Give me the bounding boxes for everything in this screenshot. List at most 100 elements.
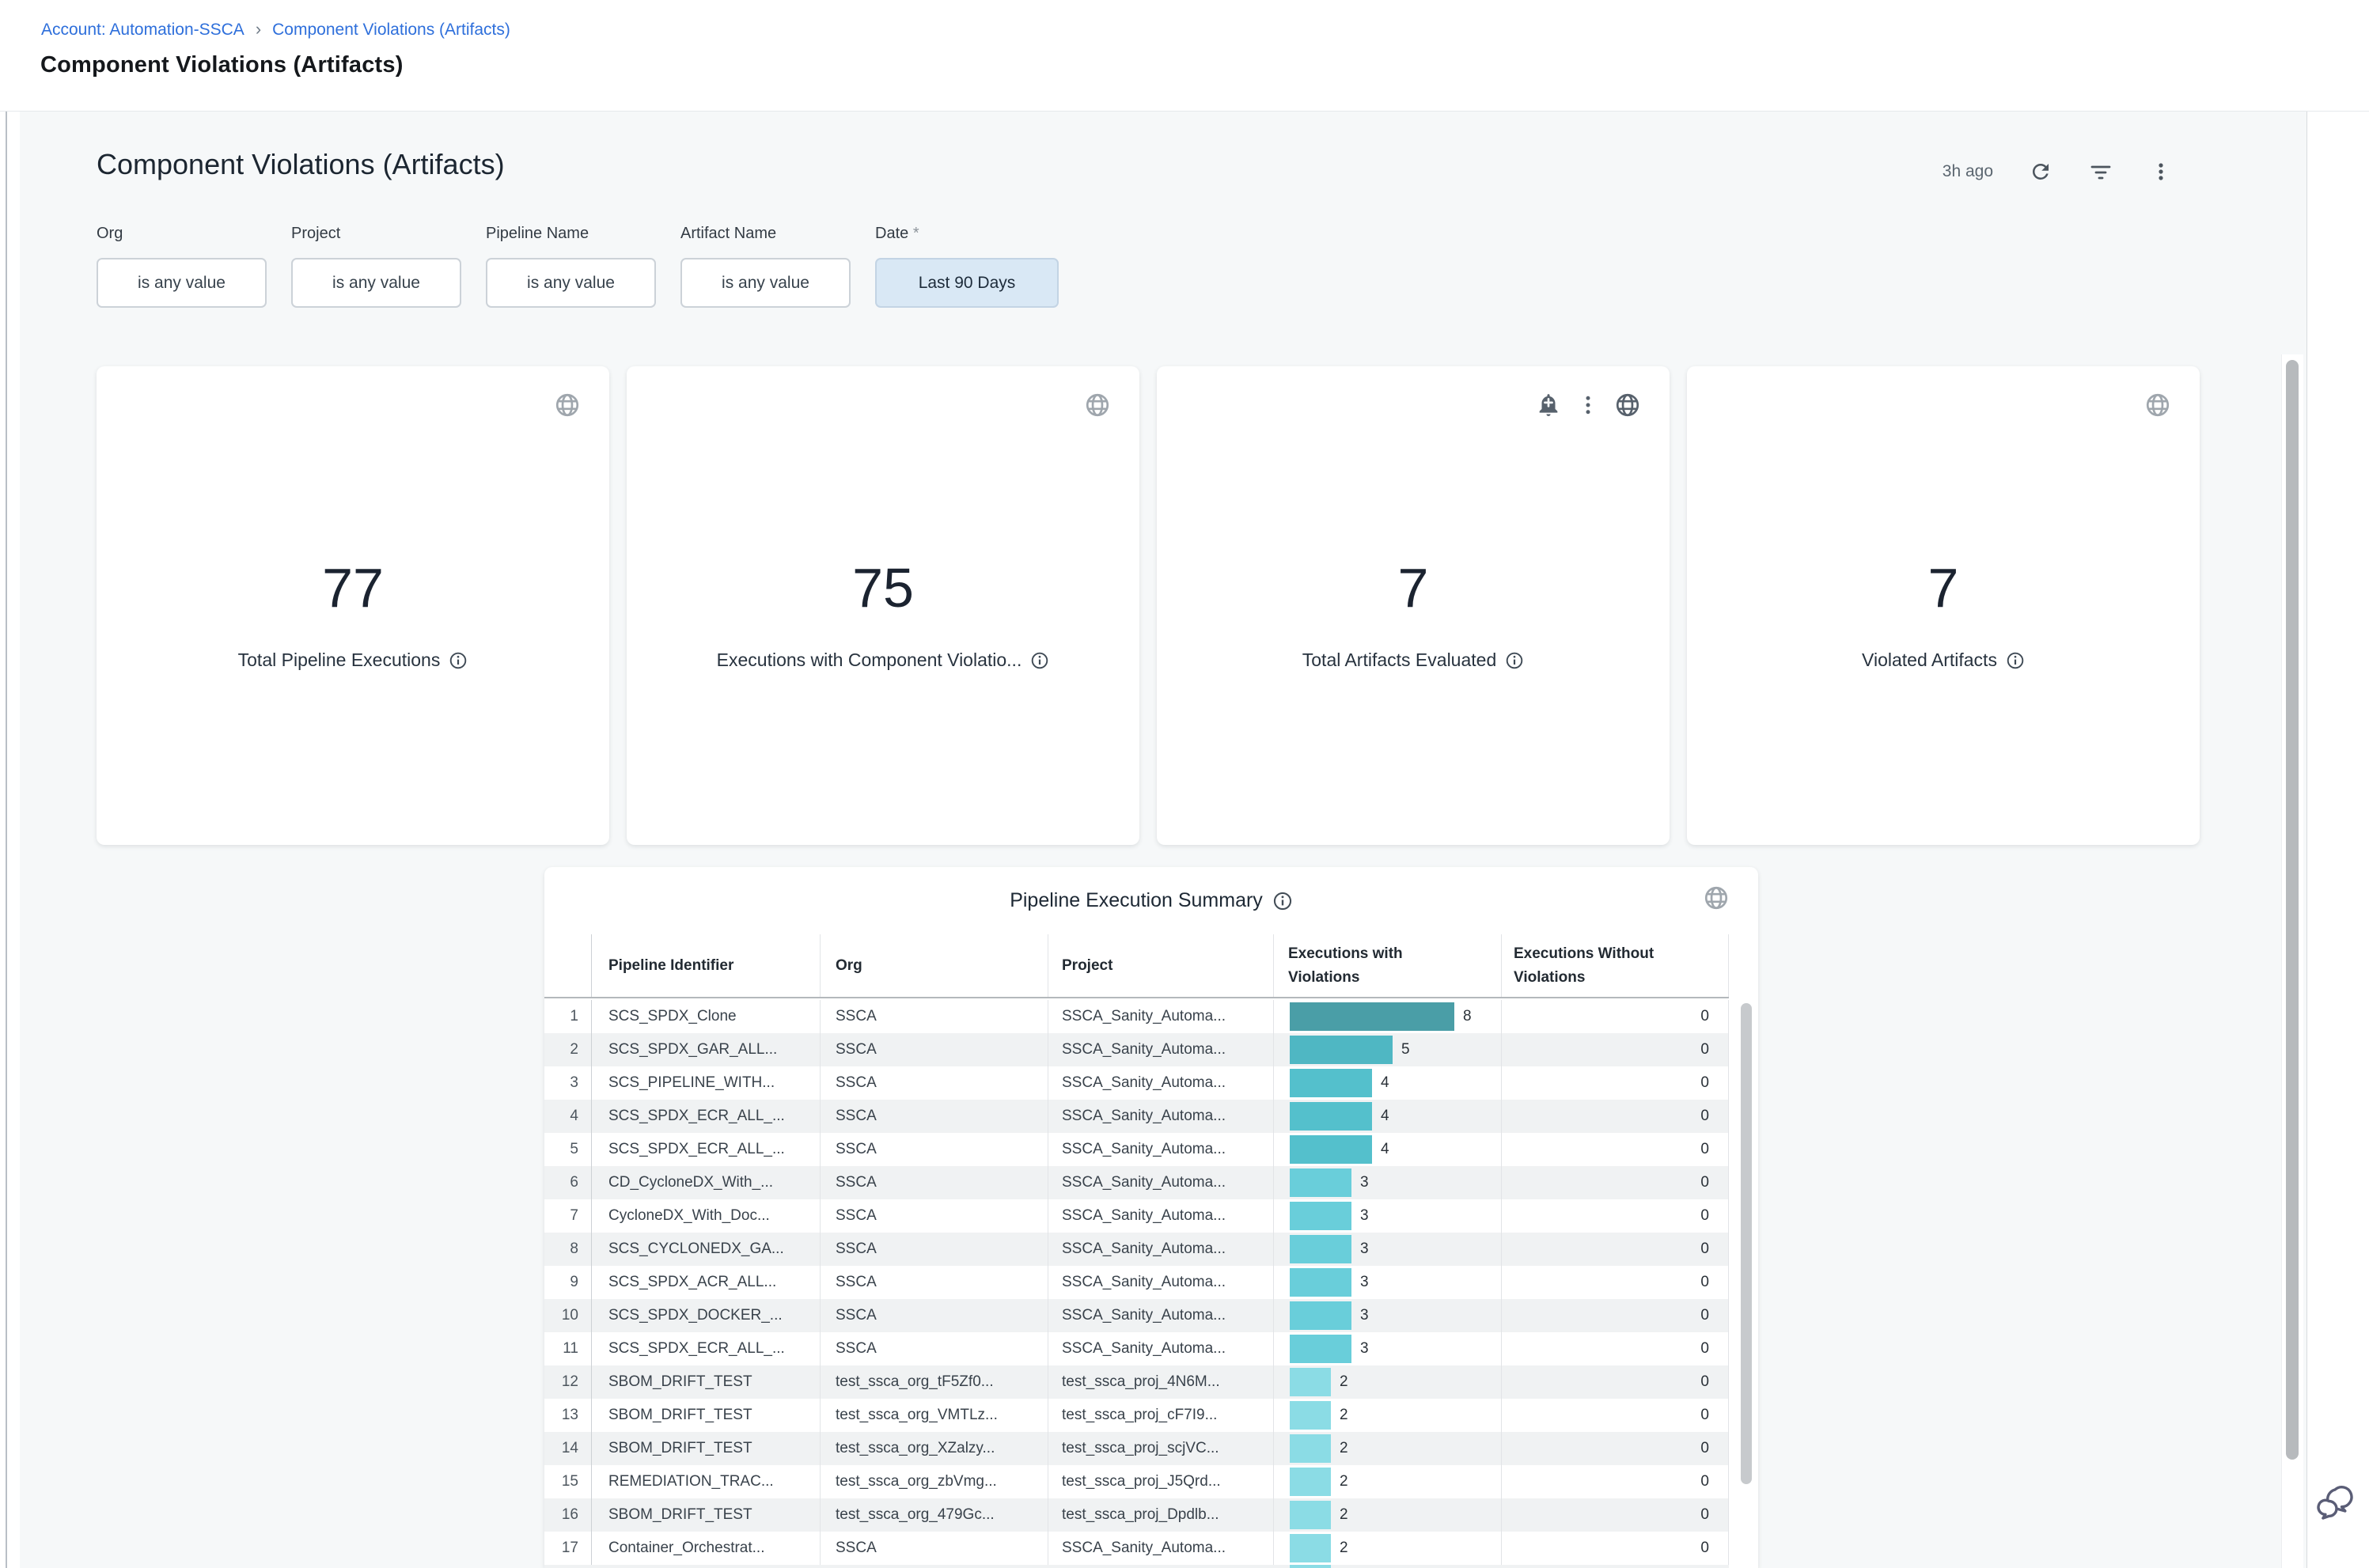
org-cell: SSCA [821, 1100, 1048, 1133]
window-left-border [6, 0, 7, 1568]
executions-with-violations-cell: 3 [1274, 1299, 1502, 1332]
stat-tile: 7Total Artifacts Evaluated [1157, 366, 1670, 845]
table-row[interactable]: 13SBOM_DRIFT_TESTtest_ssca_org_VMTLz...t… [544, 1399, 1729, 1432]
table-row[interactable]: 12SBOM_DRIFT_TESTtest_ssca_org_tF5Zf0...… [544, 1365, 1729, 1399]
org-cell: test_ssca_org_zbVmg... [821, 1465, 1048, 1498]
table-row[interactable]: 1SCS_SPDX_CloneSSCASSCA_Sanity_Automa...… [544, 1000, 1729, 1033]
project-cell: test_ssca_proj_Dpdlb... [1048, 1498, 1274, 1532]
filter-value-button[interactable]: Last 90 Days [875, 258, 1059, 308]
table-scrollbar-thumb[interactable] [1741, 1003, 1752, 1484]
table-row[interactable]: 10SCS_SPDX_DOCKER_...SSCASSCA_Sanity_Aut… [544, 1299, 1729, 1332]
pipeline-identifier-cell: SCS_PIPELINE_WITH... [592, 1066, 821, 1100]
org-cell: test_ssca_org_tF5Zf0... [821, 1365, 1048, 1399]
dashboard-title: Component Violations (Artifacts) [97, 148, 505, 181]
violations-bar-value: 2 [1340, 1540, 1348, 1557]
violations-bar-value: 8 [1463, 1008, 1472, 1025]
table-row[interactable]: 16SBOM_DRIFT_TESTtest_ssca_org_479Gc...t… [544, 1498, 1729, 1532]
filter-pipeline-name: Pipeline Nameis any value [486, 225, 656, 308]
row-number-cell: 3 [544, 1066, 592, 1100]
violations-bar [1290, 1468, 1331, 1496]
violations-bar [1290, 1501, 1331, 1529]
info-icon[interactable] [2006, 651, 2025, 670]
tile-kebab-icon[interactable] [1576, 393, 1600, 417]
pipeline-identifier-cell: SCS_SPDX_ACR_ALL... [592, 1266, 821, 1299]
column-header-pipeline-identifier[interactable]: Pipeline Identifier [592, 934, 821, 997]
more-options-kebab-icon[interactable] [2148, 159, 2174, 184]
tile-value: 77 [97, 556, 609, 619]
info-icon[interactable] [1030, 651, 1049, 670]
pipeline-identifier-cell: SCS_SPDX_ECR_ALL_... [592, 1100, 821, 1133]
violations-bar-value: 2 [1340, 1506, 1348, 1524]
globe-icon[interactable] [1084, 392, 1111, 419]
globe-icon[interactable] [2144, 392, 2171, 419]
row-number-cell: 14 [544, 1432, 592, 1465]
executions-without-violations-cell: 0 [1502, 1299, 1729, 1332]
violations-bar [1290, 1368, 1331, 1396]
info-icon[interactable] [449, 651, 468, 670]
row-number-cell: 12 [544, 1365, 592, 1399]
table-row[interactable]: 4SCS_SPDX_ECR_ALL_...SSCASSCA_Sanity_Aut… [544, 1100, 1729, 1133]
filter-value-button[interactable]: is any value [486, 258, 656, 308]
project-cell: SSCA_Sanity_Automa... [1048, 1266, 1274, 1299]
dashboard-scrollbar-thumb[interactable] [2286, 360, 2299, 1460]
executions-without-violations-cell: 0 [1502, 1066, 1729, 1100]
executions-with-violations-cell: 2 [1274, 1498, 1502, 1532]
tile-label-row: Total Pipeline Executions [97, 650, 609, 671]
table-row[interactable]: 14SBOM_DRIFT_TESTtest_ssca_org_XZalzy...… [544, 1432, 1729, 1465]
filter-value-button[interactable]: is any value [291, 258, 461, 308]
table-row[interactable]: 5SCS_SPDX_ECR_ALL_...SSCASSCA_Sanity_Aut… [544, 1133, 1729, 1166]
table-row[interactable]: 17Container_Orchestrat...SSCASSCA_Sanity… [544, 1532, 1729, 1565]
table-title-info-icon[interactable] [1272, 891, 1293, 911]
executions-with-violations-cell: 3 [1274, 1166, 1502, 1199]
table-row[interactable]: 3SCS_PIPELINE_WITH...SSCASSCA_Sanity_Aut… [544, 1066, 1729, 1100]
alert-bell-icon[interactable] [1535, 392, 1562, 419]
org-cell: SSCA [821, 1033, 1048, 1066]
project-cell: SSCA_Sanity_Automa... [1048, 1199, 1274, 1233]
table-row[interactable]: 15REMEDIATION_TRAC...test_ssca_org_zbVmg… [544, 1465, 1729, 1498]
filter-bar: Orgis any valueProjectis any valuePipeli… [97, 225, 1059, 308]
tile-label: Executions with Component Violatio... [717, 650, 1022, 671]
breadcrumb-chevron-icon: › [256, 21, 261, 38]
executions-with-violations-cell: 2 [1274, 1365, 1502, 1399]
table-row[interactable]: 8SCS_CYCLONEDX_GA...SSCASSCA_Sanity_Auto… [544, 1233, 1729, 1266]
column-header-project[interactable]: Project [1048, 934, 1274, 997]
filter-value-button[interactable]: is any value [680, 258, 851, 308]
executions-without-violations-cell: 0 [1502, 1166, 1729, 1199]
violations-bar-value: 3 [1360, 1274, 1369, 1291]
column-header-executions-without-violations[interactable]: Executions Without Violations [1502, 934, 1729, 997]
column-header-executions-with-violations[interactable]: Executions with Violations [1274, 934, 1502, 997]
info-icon[interactable] [1505, 651, 1524, 670]
breadcrumb-account-link[interactable]: Account: Automation-SSCA [41, 21, 244, 40]
row-number-cell: 7 [544, 1199, 592, 1233]
table-row[interactable]: 11SCS_SPDX_ECR_ALL_...SSCASSCA_Sanity_Au… [544, 1332, 1729, 1365]
violations-bar [1290, 1235, 1351, 1263]
violations-bar-value: 2 [1340, 1473, 1348, 1490]
breadcrumb-current-link[interactable]: Component Violations (Artifacts) [272, 21, 510, 40]
row-number-cell: 6 [544, 1166, 592, 1199]
project-cell: test_ssca_proj_scjVC... [1048, 1432, 1274, 1465]
table-row[interactable]: 9SCS_SPDX_ACR_ALL...SSCASSCA_Sanity_Auto… [544, 1266, 1729, 1299]
globe-icon[interactable] [1703, 884, 1730, 911]
table-row[interactable]: 7CycloneDX_With_Doc...SSCASSCA_Sanity_Au… [544, 1199, 1729, 1233]
filter-value-button[interactable]: is any value [97, 258, 267, 308]
globe-icon[interactable] [1614, 392, 1641, 419]
column-header-org[interactable]: Org [821, 934, 1048, 997]
filter-icon[interactable] [2088, 159, 2113, 184]
table-row[interactable]: 2SCS_SPDX_GAR_ALL...SSCASSCA_Sanity_Auto… [544, 1033, 1729, 1066]
executions-with-violations-cell: 2 [1274, 1432, 1502, 1465]
tile-icons [1535, 392, 1641, 419]
table-body: 1SCS_SPDX_CloneSSCASSCA_Sanity_Automa...… [544, 1000, 1729, 1565]
dashboard-scrollbar-track[interactable] [2281, 354, 2303, 1568]
project-cell: SSCA_Sanity_Automa... [1048, 1000, 1274, 1033]
globe-icon[interactable] [554, 392, 581, 419]
violations-bar-value: 2 [1340, 1440, 1348, 1457]
tile-value: 7 [1687, 556, 2200, 619]
refresh-icon[interactable] [2028, 159, 2053, 184]
row-number-cell: 15 [544, 1465, 592, 1498]
chat-help-button[interactable] [2314, 1481, 2358, 1525]
dashboard-region: Component Violations (Artifacts) 3h ago … [20, 112, 2307, 1568]
pipeline-execution-summary-card: Pipeline Execution Summary Pipeline Iden… [544, 867, 1758, 1568]
violations-bar-value: 2 [1340, 1407, 1348, 1424]
table-row[interactable]: 6CD_CycloneDX_With_...SSCASSCA_Sanity_Au… [544, 1166, 1729, 1199]
org-cell: SSCA [821, 1332, 1048, 1365]
